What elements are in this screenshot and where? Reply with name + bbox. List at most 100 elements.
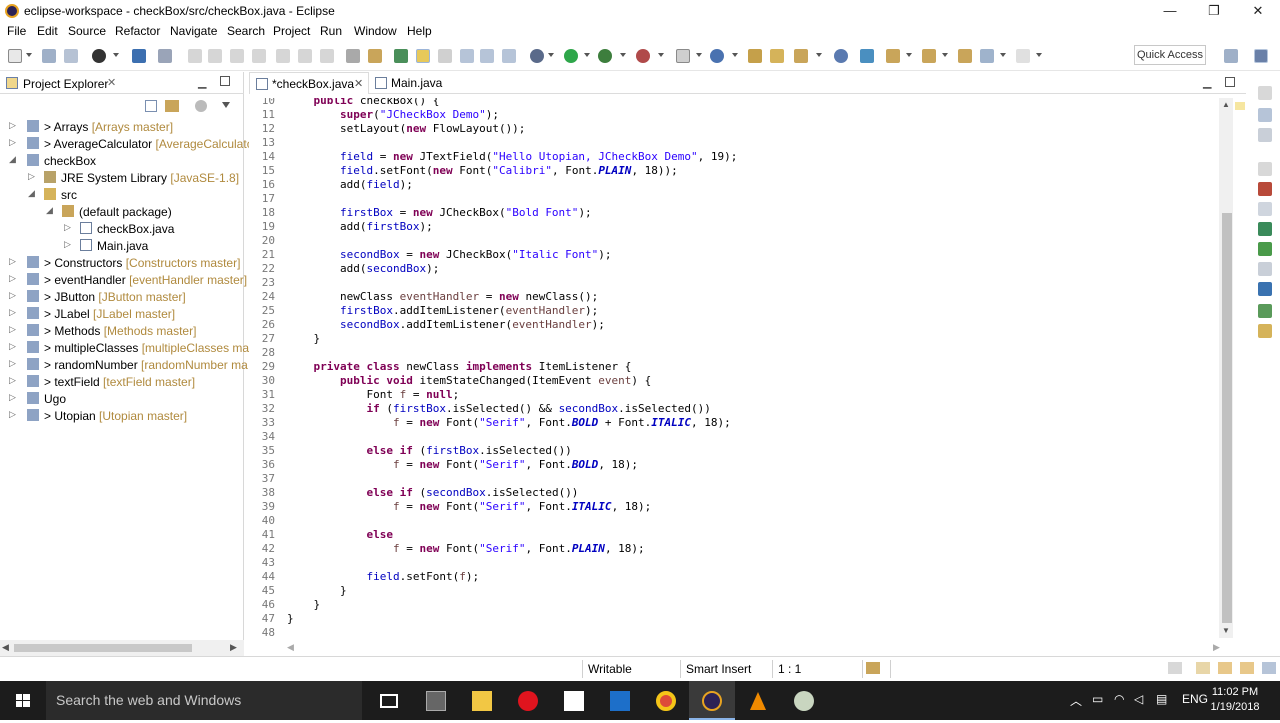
- taskbar-app-file-explorer[interactable]: [459, 681, 505, 720]
- tab-close-icon[interactable]: ✕: [354, 77, 363, 90]
- tree-item-constructors[interactable]: ▷ > Constructors [Constructors master]: [0, 254, 244, 271]
- tree-item-utopian[interactable]: ▷ > Utopian [Utopian master]: [0, 407, 244, 424]
- code-line[interactable]: 30 public void itemStateChanged(ItemEven…: [249, 374, 1229, 388]
- quick-access-input[interactable]: Quick Access: [1134, 45, 1206, 65]
- word-wrap-icon[interactable]: [416, 49, 430, 63]
- code-line[interactable]: 14 field = new JTextField("Hello Utopian…: [249, 150, 1229, 164]
- project-explorer-close-icon[interactable]: ✕: [107, 76, 116, 89]
- tree-item-arrays[interactable]: ▷ > Arrays [Arrays master]: [0, 118, 244, 135]
- taskbar-app-vlc[interactable]: [735, 681, 781, 720]
- next-edit-icon[interactable]: [886, 49, 900, 63]
- debug-as-icon[interactable]: [530, 49, 544, 63]
- code-line[interactable]: 21 secondBox = new JCheckBox("Italic Fon…: [249, 248, 1229, 262]
- tree-item-default-package[interactable]: ◢ (default package): [0, 203, 244, 220]
- toggle-block-selection-icon[interactable]: [368, 49, 382, 63]
- tree-item-jbutton[interactable]: ▷ > JButton [JButton master]: [0, 288, 244, 305]
- browser-icon[interactable]: [834, 49, 848, 63]
- overview-ruler-marker[interactable]: [1235, 102, 1245, 110]
- code-line[interactable]: 36 f = new Font("Serif", Font.BOLD, 18);: [249, 458, 1229, 472]
- javadoc-icon[interactable]: [1258, 202, 1272, 216]
- menu-window[interactable]: Window: [354, 24, 397, 38]
- console-icon[interactable]: [1258, 242, 1272, 256]
- resume-icon[interactable]: [188, 49, 202, 63]
- scroll-left-icon[interactable]: ◀: [287, 642, 294, 653]
- edit-dropdown-icon[interactable]: [816, 53, 822, 57]
- step-into-icon[interactable]: [276, 49, 290, 63]
- history-icon[interactable]: [1258, 262, 1272, 276]
- previous-annotation-icon[interactable]: [480, 49, 494, 63]
- editor-horizontal-scrollbar[interactable]: ◀ ▶: [249, 640, 1229, 656]
- code-line[interactable]: 29 private class newClass implements Ite…: [249, 360, 1229, 374]
- focus-task-icon[interactable]: [195, 100, 207, 112]
- new-package-dropdown-icon[interactable]: [732, 53, 738, 57]
- tree-item-eventhandler[interactable]: ▷ > eventHandler [eventHandler master]: [0, 271, 247, 288]
- outline-view-icon[interactable]: [1258, 108, 1272, 122]
- tree-item-checkbox-project[interactable]: ◢ checkBox: [0, 152, 244, 169]
- code-line[interactable]: 39 f = new Font("Serif", Font.ITALIC, 18…: [249, 500, 1229, 514]
- menu-file[interactable]: File: [7, 24, 26, 38]
- task-list-icon[interactable]: [1258, 128, 1272, 142]
- minimize-view-icon[interactable]: ▁: [198, 76, 206, 89]
- search-icon[interactable]: [860, 49, 874, 63]
- code-line[interactable]: 44 field.setFont(f);: [249, 570, 1229, 584]
- taskbar-search-input[interactable]: Search the web and Windows: [46, 681, 362, 720]
- show-whitespace-icon[interactable]: [438, 49, 452, 63]
- terminate-icon[interactable]: [230, 49, 244, 63]
- back-history-icon[interactable]: [958, 49, 972, 63]
- run-icon[interactable]: [564, 49, 578, 63]
- code-line[interactable]: 35 else if (firstBox.isSelected()): [249, 444, 1229, 458]
- minimize-editor-icon[interactable]: ▁: [1203, 76, 1211, 89]
- java-perspective-icon[interactable]: [1254, 49, 1268, 63]
- code-line[interactable]: 12 setLayout(new FlowLayout());: [249, 122, 1229, 136]
- code-line[interactable]: 28: [249, 346, 1229, 360]
- open-perspective-icon[interactable]: [1224, 49, 1238, 63]
- forward-icon[interactable]: [1016, 49, 1030, 63]
- progress-icon[interactable]: [1258, 304, 1272, 318]
- taskbar-app-calculator[interactable]: [413, 681, 459, 720]
- code-line[interactable]: 47}: [249, 612, 1229, 626]
- editor-vertical-scrollbar[interactable]: ▲ ▼: [1219, 98, 1233, 638]
- code-line[interactable]: 19 add(firstBox);: [249, 220, 1229, 234]
- link-with-editor-icon[interactable]: [165, 100, 179, 112]
- debug-icon[interactable]: [92, 49, 106, 63]
- next-edit-dropdown-icon[interactable]: [906, 53, 912, 57]
- language-indicator[interactable]: ENG: [1182, 692, 1208, 706]
- progress-icon[interactable]: [866, 662, 880, 674]
- code-line[interactable]: 27 }: [249, 332, 1229, 346]
- open-task-icon[interactable]: [748, 49, 762, 63]
- step-return-icon[interactable]: [320, 49, 334, 63]
- code-line[interactable]: 22 add(secondBox);: [249, 262, 1229, 276]
- code-line[interactable]: 40: [249, 514, 1229, 528]
- debug-as-dropdown-icon[interactable]: [548, 53, 554, 57]
- taskbar-app-outlook[interactable]: [597, 681, 643, 720]
- scroll-right-icon[interactable]: ▶: [1213, 642, 1220, 653]
- declaration-icon[interactable]: [1258, 222, 1272, 236]
- skip-breakpoints-icon[interactable]: [158, 49, 172, 63]
- code-line[interactable]: 42 f = new Font("Serif", Font.PLAIN, 18)…: [249, 542, 1229, 556]
- terminal-icon[interactable]: [132, 49, 146, 63]
- menu-project[interactable]: Project: [273, 24, 310, 38]
- code-line[interactable]: 10 public checkBox() {: [249, 98, 1229, 108]
- view-menu-icon[interactable]: [222, 102, 230, 108]
- tree-item-jre-library[interactable]: ▷ JRE System Library [JavaSE-1.8]: [0, 169, 244, 186]
- code-line[interactable]: 24 newClass eventHandler = new newClass(…: [249, 290, 1229, 304]
- tree-item-averagecalculator[interactable]: ▷ > AverageCalculator [AverageCalculator: [0, 135, 257, 152]
- system-clock[interactable]: 11:02 PM 1/19/2018: [1208, 685, 1262, 715]
- tab-main-java[interactable]: Main.java: [369, 72, 469, 94]
- tree-item-src[interactable]: ◢ src: [0, 186, 244, 203]
- code-line[interactable]: 48: [249, 626, 1229, 640]
- external-tools-dropdown-icon[interactable]: [658, 53, 664, 57]
- close-window-button[interactable]: ✕: [1236, 0, 1280, 22]
- new-icon[interactable]: [8, 49, 22, 63]
- maximize-view-icon[interactable]: [220, 76, 230, 86]
- taskbar-app-eclipse[interactable]: [689, 681, 735, 720]
- scrollbar-thumb[interactable]: [14, 644, 192, 652]
- external-tools-icon[interactable]: [636, 49, 650, 63]
- coverage-dropdown-icon[interactable]: [620, 53, 626, 57]
- scroll-down-icon[interactable]: ▼: [1222, 626, 1230, 635]
- menu-refactor[interactable]: Refactor: [115, 24, 160, 38]
- suspend-icon[interactable]: [208, 49, 222, 63]
- code-line[interactable]: 15 field.setFont(new Font("Calibri", Fon…: [249, 164, 1229, 178]
- scroll-right-icon[interactable]: ▶: [230, 642, 237, 653]
- taskbar-app-lightroom[interactable]: [781, 681, 827, 720]
